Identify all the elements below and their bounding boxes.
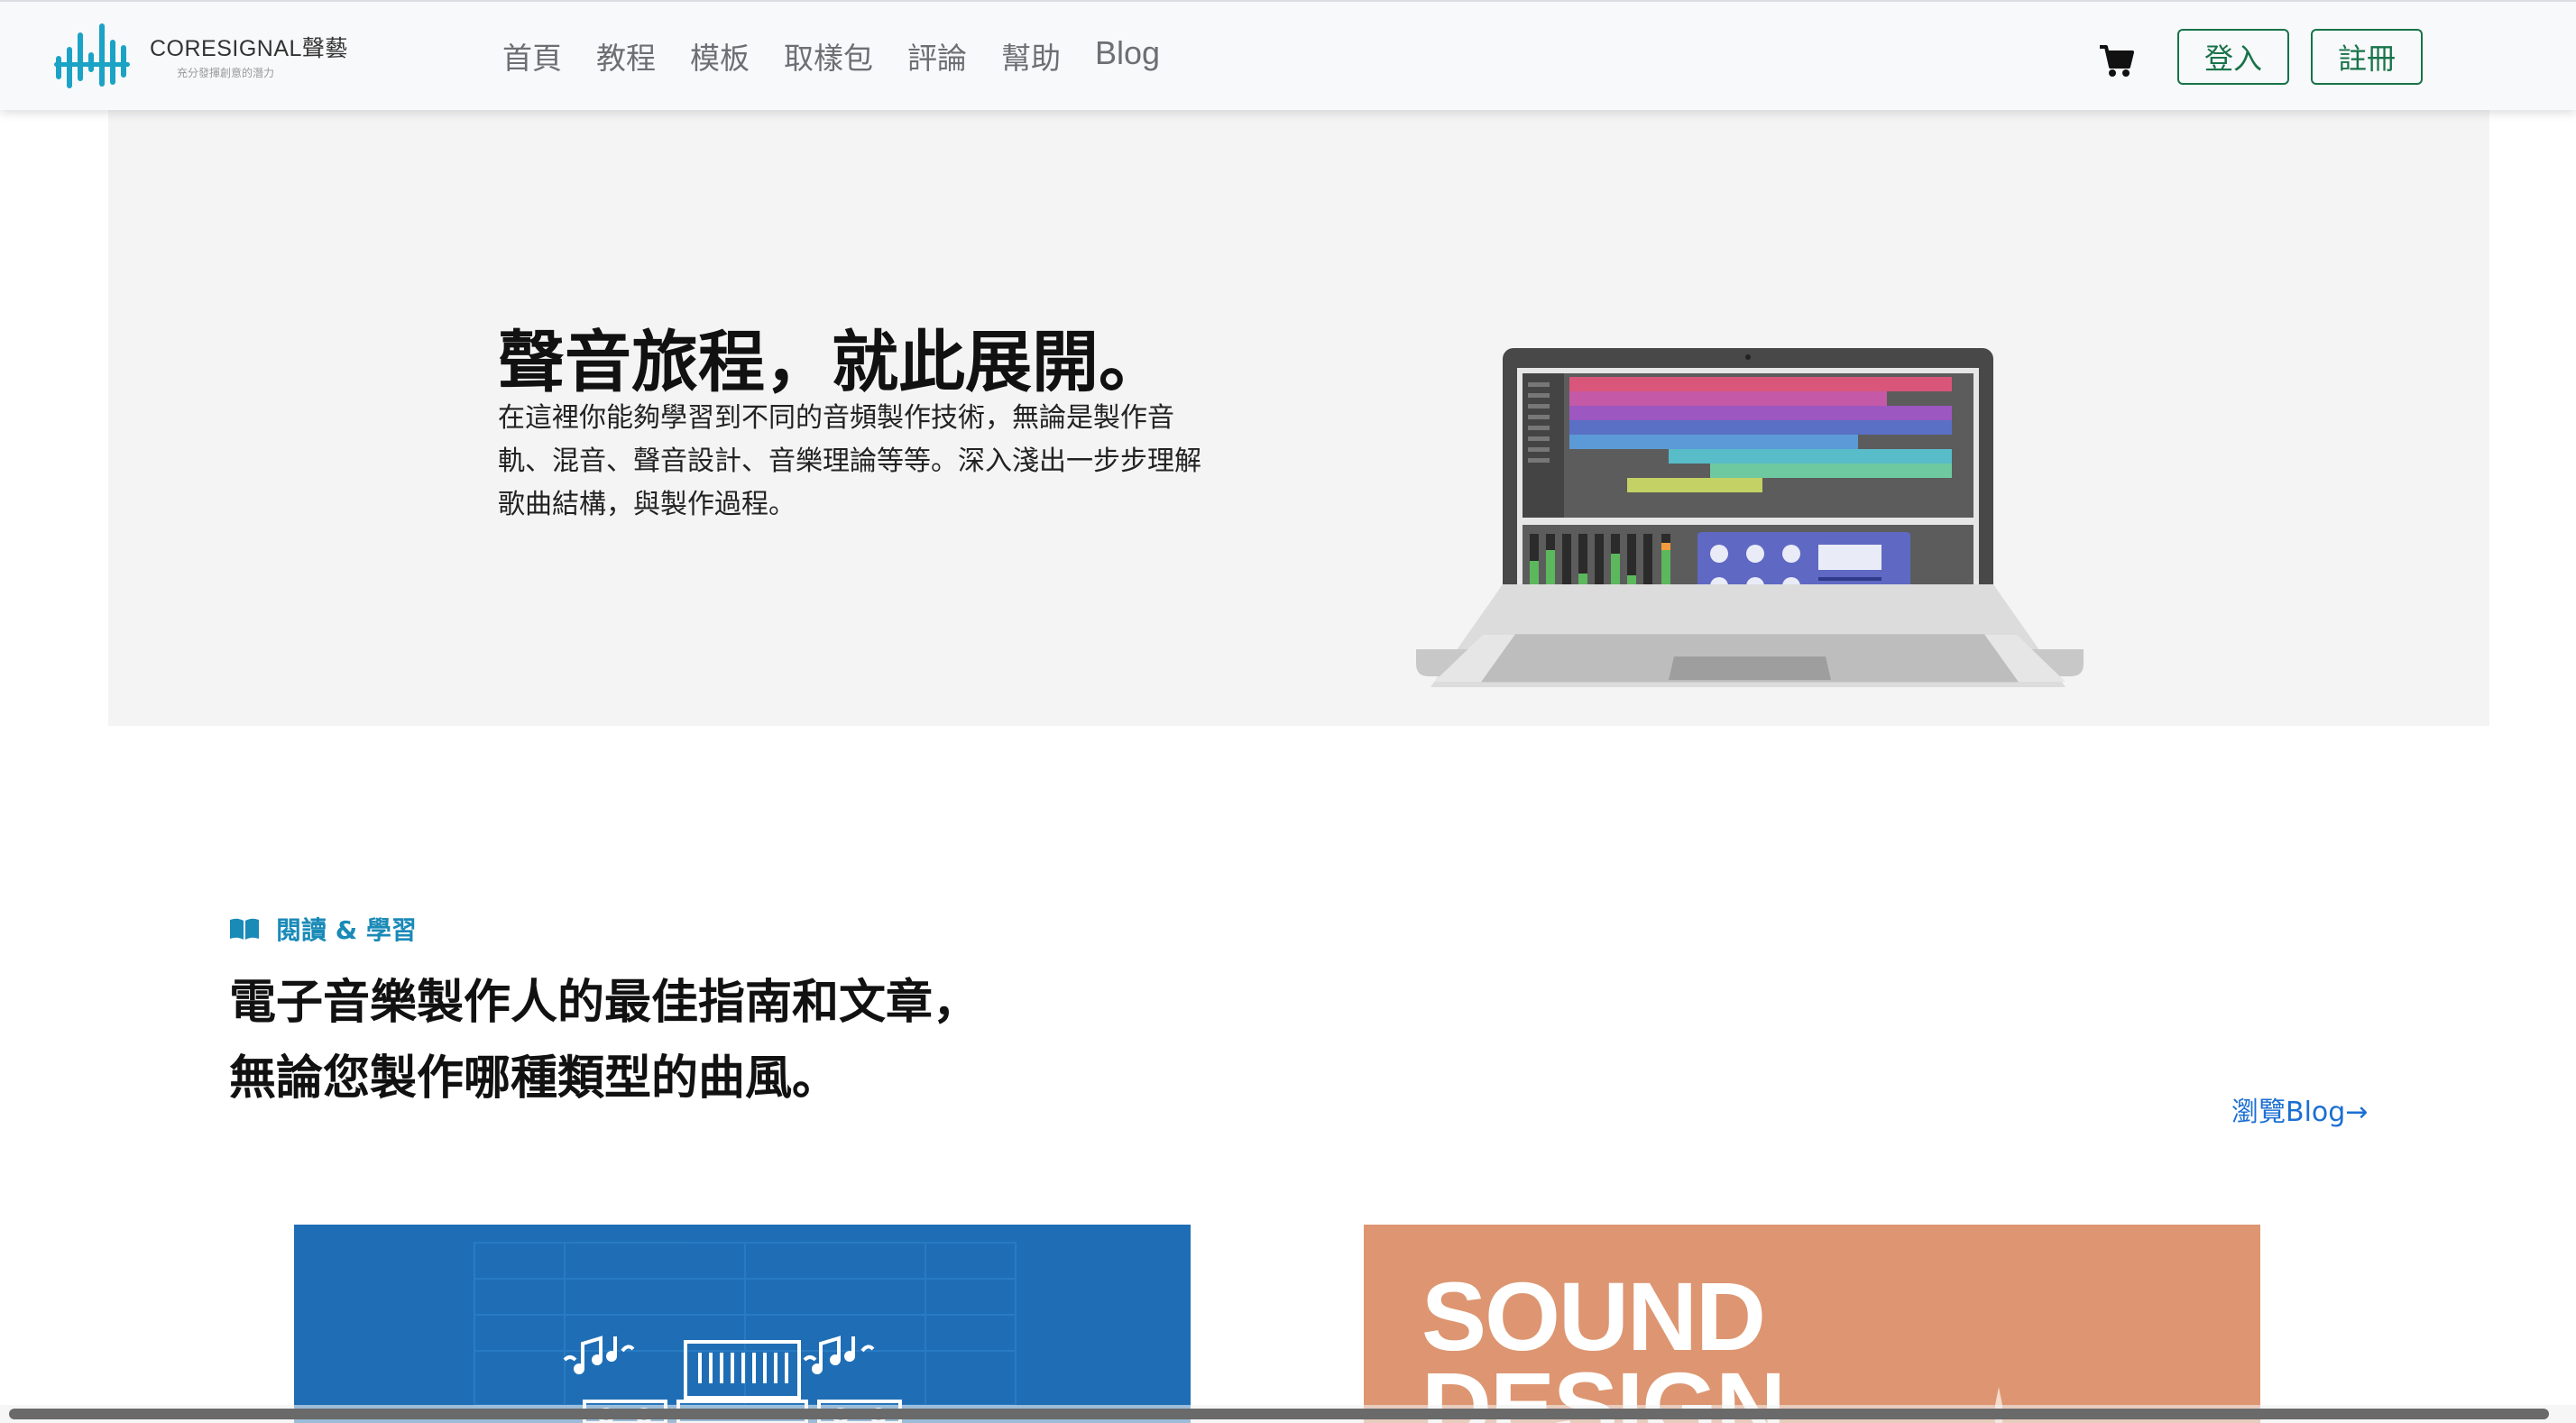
nav-link-home[interactable]: 首頁 bbox=[502, 34, 562, 78]
signup-button[interactable]: 註冊 bbox=[2311, 29, 2423, 85]
logo-name: CORESIGNAL聲藝 bbox=[150, 35, 348, 61]
studio-gear-illustration bbox=[474, 1242, 1017, 1423]
laptop-daw-illustration bbox=[1416, 348, 2084, 687]
main-nav: 首頁 教程 模板 取樣包 評論 幫助 Blog bbox=[502, 34, 1194, 78]
hero-title: 聲音旅程，就此展開。 bbox=[498, 324, 1165, 401]
nav-link-templates[interactable]: 模板 bbox=[690, 34, 750, 78]
browse-blog-link[interactable]: 瀏覽Blog→ bbox=[2231, 1089, 2368, 1129]
nav-link-help[interactable]: 幫助 bbox=[1001, 34, 1061, 78]
shopping-cart-icon[interactable] bbox=[2098, 41, 2136, 79]
scrollbar-thumb[interactable] bbox=[9, 1409, 2549, 1419]
logo-tagline: 充分發揮創意的潛力 bbox=[177, 66, 275, 79]
waveform-logo-icon bbox=[54, 23, 130, 88]
hero-section: 聲音旅程，就此展開。 在這裡你能夠學習到不同的音頻製作技術，無論是製作音軌、混音… bbox=[108, 110, 2489, 726]
nav-link-blog[interactable]: Blog bbox=[1095, 34, 1160, 78]
section-label: 閱讀 & 學習 bbox=[229, 911, 417, 947]
card-title-sound-design: SOUND DESIGN bbox=[1421, 1268, 1786, 1423]
section-label-text: 閱讀 & 學習 bbox=[276, 915, 417, 945]
open-book-icon bbox=[230, 918, 259, 940]
hero-description: 在這裡你能夠學習到不同的音頻製作技術，無論是製作音軌、混音、聲音設計、音樂理論等… bbox=[498, 402, 1201, 520]
section-heading: 電子音樂製作人的最佳指南和文章， 無論您製作哪種類型的曲風。 bbox=[229, 965, 980, 1116]
top-navbar: CORESIGNAL聲藝 充分發揮創意的潛力 首頁 教程 模板 取樣包 評論 幫… bbox=[0, 0, 2576, 110]
article-card-sound-design[interactable]: SOUND DESIGN bbox=[1364, 1225, 2260, 1423]
section-heading-line-2: 無論您製作哪種類型的曲風。 bbox=[229, 1051, 840, 1106]
nav-link-sample-packs[interactable]: 取樣包 bbox=[784, 34, 873, 78]
nav-link-reviews[interactable]: 評論 bbox=[907, 34, 967, 78]
article-card-music-production[interactable] bbox=[294, 1225, 1191, 1423]
section-heading-line-1: 電子音樂製作人的最佳指南和文章， bbox=[229, 976, 980, 1030]
nav-link-tutorials[interactable]: 教程 bbox=[596, 34, 656, 78]
site-logo[interactable]: CORESIGNAL聲藝 充分發揮創意的潛力 bbox=[54, 20, 348, 90]
login-button[interactable]: 登入 bbox=[2177, 29, 2289, 85]
horizontal-scrollbar[interactable] bbox=[0, 1405, 2576, 1423]
